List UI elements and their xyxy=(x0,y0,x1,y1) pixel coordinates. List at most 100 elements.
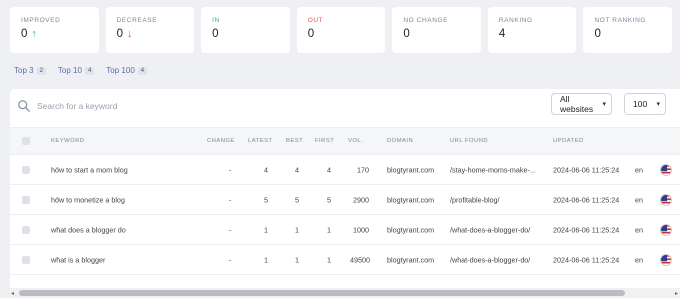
best-value: 1 xyxy=(295,255,299,264)
select-all-checkbox[interactable] xyxy=(22,137,30,145)
header-domain[interactable]: DOMAIN xyxy=(387,138,413,144)
chevron-up-icon[interactable]: ⌃ xyxy=(55,196,60,203)
scroll-right-arrow-icon[interactable]: ▸ xyxy=(675,290,678,297)
vol-value: 49500 xyxy=(350,255,370,264)
scroll-left-arrow-icon[interactable]: ◂ xyxy=(11,290,14,297)
stat-value: 0 xyxy=(594,28,601,40)
first-value: 1 xyxy=(327,255,331,264)
stat-decrease[interactable]: DECREASE 0 ↓ xyxy=(105,7,195,53)
lang-value: en xyxy=(635,255,643,264)
scrollbar-thumb[interactable] xyxy=(19,290,625,296)
table-row[interactable]: what does a blogger do ⌃ - 1 1 1 1000 blo… xyxy=(10,215,680,245)
arrow-down-icon: ↓ xyxy=(126,27,133,40)
keyword-text: how to start a mom blog xyxy=(51,165,128,174)
updated-value: 2024-06-06 11:25:24 xyxy=(553,255,620,264)
header-vol[interactable]: VOL. xyxy=(348,138,363,144)
stat-label: IMPROVED xyxy=(21,17,61,24)
chevron-up-icon[interactable]: ⌃ xyxy=(55,256,60,263)
stat-no-change[interactable]: NO CHANGE 0 xyxy=(392,7,481,53)
stat-value: 0 xyxy=(307,28,315,40)
latest-value: 4 xyxy=(264,165,268,174)
keyword-text: what does a blogger do xyxy=(51,225,126,234)
us-flag-icon xyxy=(660,193,672,206)
stat-value: 0 xyxy=(21,28,28,40)
vol-value: 170 xyxy=(357,165,369,174)
stat-label: OUT xyxy=(307,17,324,24)
vol-value: 2900 xyxy=(353,195,369,204)
table-header: KEYWORD CHANGE LATEST BEST FIRST VOL. DO… xyxy=(10,127,680,155)
url-value[interactable]: /what-does-a-blogger-do/ xyxy=(450,225,530,234)
stat-label: NO CHANGE xyxy=(403,17,449,24)
first-value: 5 xyxy=(327,195,331,204)
stat-value: 0 xyxy=(116,28,123,40)
keyword-text: how to monetize a blog xyxy=(51,195,125,204)
stat-not-ranking[interactable]: NOT RANKING 0 xyxy=(583,7,673,53)
header-best[interactable]: BEST xyxy=(286,138,303,144)
arrow-up-icon: ↑ xyxy=(31,27,37,40)
tab-top-100[interactable]: Top 100 4 xyxy=(106,66,148,75)
us-flag-icon xyxy=(660,253,672,266)
url-value[interactable]: /stay-home-moms-make-... xyxy=(450,165,536,174)
header-first[interactable]: FIRST xyxy=(315,138,334,144)
latest-value: 1 xyxy=(264,225,268,234)
table-row[interactable]: what is a blogger ⌃ - 1 1 1 49500 blogtyr… xyxy=(10,245,680,275)
horizontal-scrollbar[interactable]: ◂ ▸ xyxy=(10,288,680,298)
tab-count-badge: 4 xyxy=(84,66,95,75)
stat-value: 0 xyxy=(403,28,410,40)
stat-in[interactable]: IN 0 xyxy=(201,7,290,53)
change-value: - xyxy=(229,255,232,264)
stat-label: IN xyxy=(212,17,220,24)
header-url-found[interactable]: URL FOUND xyxy=(450,138,488,144)
search-icon xyxy=(18,100,30,112)
row-checkbox[interactable] xyxy=(22,195,30,204)
tab-top-10[interactable]: Top 10 4 xyxy=(57,66,95,75)
website-select[interactable]: All websites ▾ xyxy=(551,93,612,115)
header-updated[interactable]: UPDATED xyxy=(553,138,584,144)
stat-label: DECREASE xyxy=(116,17,158,24)
tab-label: Top 10 xyxy=(57,66,82,75)
latest-value: 1 xyxy=(264,255,268,264)
table-row[interactable]: how to monetize a blog ⌃ - 5 5 5 2900 blo… xyxy=(10,185,680,215)
stat-ranking[interactable]: RANKING 4 xyxy=(487,7,577,53)
best-value: 4 xyxy=(295,165,299,174)
updated-value: 2024-06-06 11:25:24 xyxy=(553,195,620,204)
tab-count-badge: 4 xyxy=(137,66,148,75)
change-value: - xyxy=(229,165,232,174)
stat-out[interactable]: OUT 0 xyxy=(296,7,386,53)
row-checkbox[interactable] xyxy=(22,225,30,234)
top-filter-tabs: Top 3 2 Top 10 4 Top 100 4 xyxy=(14,66,148,75)
us-flag-icon xyxy=(660,163,672,176)
header-keyword[interactable]: KEYWORD xyxy=(51,138,84,144)
page-size-value: 100 xyxy=(633,99,648,109)
url-value[interactable]: /what-does-a-blogger-do/ xyxy=(450,255,530,264)
chevron-down-icon: ▾ xyxy=(656,101,660,108)
row-checkbox[interactable] xyxy=(22,255,30,264)
change-value: - xyxy=(229,225,232,234)
keywords-card: Search for a keyword All websites ▾ 100 … xyxy=(10,89,680,298)
row-checkbox[interactable] xyxy=(22,165,30,174)
best-value: 1 xyxy=(295,225,299,234)
vol-value: 1000 xyxy=(353,225,369,234)
tab-label: Top 100 xyxy=(106,66,135,75)
domain-value[interactable]: blogtyrant.com xyxy=(387,195,434,204)
table-row[interactable]: how to start a mom blog ⌃ - 4 4 4 170 blo… xyxy=(10,155,680,185)
stats-bar: IMPROVED 0 ↑ DECREASE 0 ↓ IN 0 OUT 0 NO … xyxy=(10,7,673,53)
tab-label: Top 3 xyxy=(14,66,34,75)
search-bar[interactable]: Search for a keyword xyxy=(17,96,537,116)
us-flag-icon xyxy=(660,223,672,236)
domain-value[interactable]: blogtyrant.com xyxy=(387,255,434,264)
stat-value: 4 xyxy=(498,28,506,40)
header-latest[interactable]: LATEST xyxy=(248,138,272,144)
header-change[interactable]: CHANGE xyxy=(207,138,235,144)
page-size-select[interactable]: 100 ▾ xyxy=(624,93,666,115)
url-value[interactable]: /profitable-blog/ xyxy=(450,195,500,204)
chevron-up-icon[interactable]: ⌃ xyxy=(55,226,60,233)
stat-improved[interactable]: IMPROVED 0 ↑ xyxy=(10,7,99,53)
tab-count-badge: 2 xyxy=(36,66,46,75)
search-input[interactable]: Search for a keyword xyxy=(37,101,117,111)
tab-top-3[interactable]: Top 3 2 xyxy=(14,66,46,75)
lang-value: en xyxy=(635,225,643,234)
domain-value[interactable]: blogtyrant.com xyxy=(387,165,434,174)
domain-value[interactable]: blogtyrant.com xyxy=(387,225,434,234)
chevron-up-icon[interactable]: ⌃ xyxy=(55,166,60,173)
